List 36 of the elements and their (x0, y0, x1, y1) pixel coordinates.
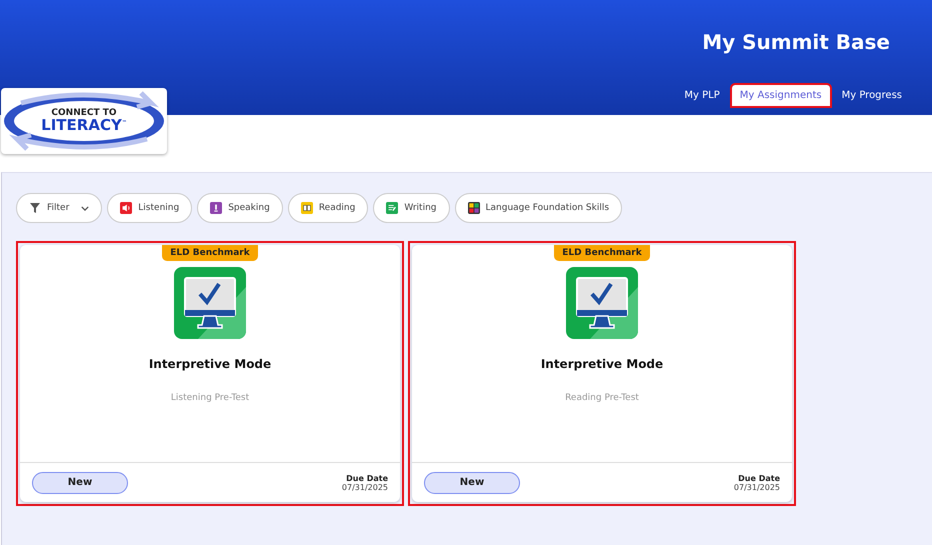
filter-chip[interactable]: Reading (288, 193, 368, 223)
book-icon (300, 202, 313, 214)
status-button[interactable]: New (32, 472, 128, 494)
pencil-icon (386, 202, 398, 214)
assignment-card[interactable]: ELD Benchmark Interpretive Mode Listening Pre-Test New Due Date 07/31/2025 (20, 245, 400, 502)
filter-chip[interactable]: Speaking (197, 193, 283, 223)
swirl-arrows-icon (1, 89, 167, 153)
assignment-card[interactable]: ELD Benchmark Interpretive Mode Reading Pre-Test New Due Date 07/31/2025 (412, 245, 792, 502)
grid-icon (468, 202, 480, 214)
card-title: Interpretive Mode (540, 357, 664, 371)
card-subtitle: Listening Pre-Test (170, 393, 250, 403)
status-button[interactable]: New (424, 472, 520, 494)
logo-wordmark: LITERACY$^{™}$ (41, 118, 127, 133)
monitor-checkmark-icon (174, 267, 246, 339)
filter-dropdown[interactable]: Filter (16, 193, 102, 223)
filter-chip[interactable]: Listening (107, 193, 192, 223)
chevron-down-icon (81, 206, 90, 210)
due-label: Due Date (346, 474, 388, 482)
category-badge: ELD Benchmark (162, 245, 258, 261)
speaker-icon (120, 202, 132, 214)
funnel-icon (29, 202, 41, 214)
due-label: Due Date (738, 474, 780, 482)
due-date: 07/31/2025 (342, 482, 388, 492)
card-subtitle: Reading Pre-Test (565, 393, 639, 403)
nav-tab[interactable]: My Progress (834, 85, 910, 106)
filter-chip[interactable]: Writing (373, 193, 450, 223)
card-title: Interpretive Mode (148, 357, 272, 371)
monitor-checkmark-icon (566, 267, 638, 339)
logo-text: CONNECT TO (51, 109, 117, 118)
category-badge: ELD Benchmark (554, 245, 650, 261)
logo-badge[interactable]: CONNECT TO LITERACY$^{™}$ (1, 88, 167, 154)
due-date: 07/31/2025 (734, 482, 780, 492)
nav-tab[interactable]: My Assignments (732, 85, 830, 106)
nav-tab[interactable]: My PLP (676, 85, 728, 106)
page-title: My Summit Base (702, 30, 890, 54)
filter-chip[interactable]: Language Foundation Skills (454, 193, 622, 223)
